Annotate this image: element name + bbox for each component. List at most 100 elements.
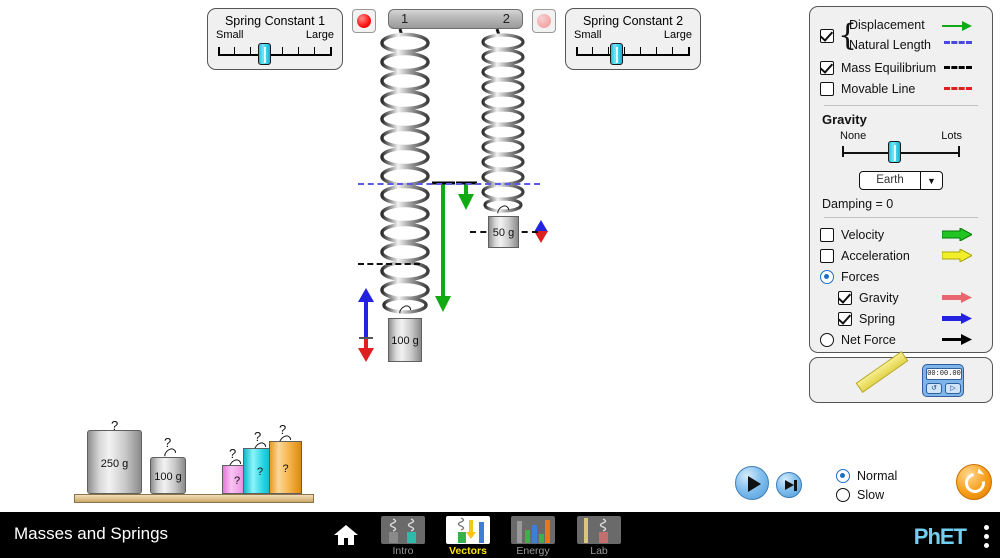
slider-end-tick	[576, 47, 578, 56]
shelf-mystery-mass-orange[interactable]: ?	[269, 441, 302, 494]
hanging-mass-50g[interactable]: 50 g	[488, 216, 519, 248]
gravity-slider-handle[interactable]	[888, 141, 902, 163]
reset-all-button[interactable]	[956, 464, 992, 500]
label-mass-equilibrium: Mass Equilibrium	[841, 60, 937, 75]
spring-constant-2-range-labels: Small Large	[566, 28, 700, 41]
kebab-menu-icon[interactable]	[984, 525, 989, 552]
row-movable-line[interactable]: Movable Line	[820, 78, 982, 99]
kebab-dot	[984, 525, 989, 530]
tab-vectors-thumbnail	[446, 516, 490, 544]
ruler-icon[interactable]	[855, 351, 909, 393]
stopwatch-display: 00:00.00	[926, 368, 962, 380]
natural-length-line	[358, 183, 540, 185]
label-natural-length: Natural Length	[849, 38, 932, 52]
spring-support-bar: 1 2	[388, 9, 523, 29]
reset-all-icon	[961, 469, 989, 497]
stopwatch-play-button[interactable]: ▷	[945, 383, 961, 394]
row-gravity-force[interactable]: Gravity	[820, 287, 982, 308]
tab-lab[interactable]: Lab	[575, 516, 623, 558]
label-forces: Forces	[841, 269, 880, 284]
hanging-mass-100g-label: 100 g	[391, 335, 419, 347]
label-spring-force: Spring	[859, 311, 896, 326]
radio-forces[interactable]	[820, 269, 834, 284]
play-icon	[748, 476, 761, 492]
gravity-slider[interactable]	[842, 141, 960, 169]
row-acceleration[interactable]: Acceleration	[820, 245, 982, 266]
slider-tick	[655, 47, 657, 54]
checkbox-mass-equilibrium[interactable]	[820, 60, 834, 75]
checkbox-movable-line[interactable]	[820, 81, 834, 96]
checkbox-acceleration[interactable]	[820, 248, 834, 263]
row-net-force[interactable]: Net Force	[820, 329, 982, 350]
radio-net-force[interactable]	[820, 332, 834, 347]
spring-constant-2-slider-handle[interactable]	[610, 43, 624, 65]
home-icon[interactable]	[333, 524, 359, 546]
label-slow: Slow	[857, 487, 885, 502]
step-forward-button[interactable]	[776, 472, 802, 498]
gravity-section-title: Gravity	[822, 112, 867, 127]
speed-radio-group: Normal Slow	[836, 466, 897, 504]
gravity-min-label: None	[840, 130, 867, 142]
spring-1[interactable]	[380, 28, 430, 314]
spring-constant-1-panel: Spring Constant 1 Small Large	[207, 8, 343, 70]
gravity-max-label: Lots	[941, 130, 962, 142]
label-net-force: Net Force	[841, 332, 896, 347]
slider-tick	[623, 47, 625, 54]
shelf-mystery-mass-orange-label: ?	[282, 463, 289, 475]
tab-vectors-label: Vectors	[449, 545, 487, 557]
spring-2-grab-button[interactable]	[532, 9, 556, 33]
spring-1-grab-button[interactable]	[352, 9, 376, 33]
red-circle-icon	[357, 14, 371, 28]
gravity-body-select[interactable]: Earth ▼	[859, 171, 943, 190]
tab-vectors[interactable]: Vectors	[444, 516, 492, 558]
spring-constant-2-slider[interactable]	[576, 41, 690, 67]
slider-tick	[297, 47, 299, 54]
blue-dashed-line-icon	[944, 41, 972, 44]
spring-constant-1-slider[interactable]	[218, 41, 332, 67]
row-spring-force[interactable]: Spring	[820, 308, 982, 329]
play-button[interactable]	[735, 466, 769, 500]
radio-row-slow[interactable]: Slow	[836, 485, 897, 504]
spring-constant-1-range-labels: Small Large	[208, 28, 342, 41]
displacement-arrow-spring-1	[432, 181, 455, 312]
shelf-mass-250g[interactable]: 250 g	[87, 430, 142, 494]
slider-tick	[313, 47, 315, 54]
row-forces[interactable]: Forces	[820, 266, 982, 287]
mass-equilibrium-line-spring-1	[358, 263, 420, 265]
radio-slow[interactable]	[836, 487, 850, 502]
slider-end-tick	[330, 47, 332, 56]
label-displacement: Displacement	[849, 18, 925, 32]
tab-intro[interactable]: Intro	[379, 516, 427, 558]
spring-constant-2-min-label: Small	[574, 29, 602, 41]
tab-energy-label: Energy	[516, 545, 550, 557]
slider-end-tick	[842, 146, 844, 157]
radio-row-normal[interactable]: Normal	[836, 466, 897, 485]
simulation-stage: Spring Constant 1 Small Large Spring Con…	[0, 0, 1000, 558]
displacement-natural-length-group: { Displacement Natural Length	[820, 15, 982, 57]
spring-constant-1-slider-handle[interactable]	[258, 43, 272, 65]
shelf-mass-100g[interactable]: 100 g	[150, 457, 186, 494]
slider-tick	[281, 47, 283, 54]
stopwatch-tool[interactable]: 00:00.00 ↺ ▷	[922, 364, 964, 397]
radio-normal[interactable]	[836, 468, 850, 483]
mass-shelf	[74, 494, 314, 503]
spring-constant-1-min-label: Small	[216, 29, 244, 41]
checkbox-gravity-force[interactable]	[838, 290, 852, 305]
hanging-mass-100g[interactable]: 100 g	[388, 318, 422, 362]
label-acceleration: Acceleration	[841, 248, 910, 263]
spring-2-number: 2	[502, 11, 510, 26]
tab-intro-thumbnail	[381, 516, 425, 544]
phet-logo[interactable]: PhET	[914, 524, 967, 550]
step-bar-icon	[794, 480, 797, 491]
row-velocity[interactable]: Velocity	[820, 224, 982, 245]
tab-lab-label: Lab	[590, 545, 608, 557]
tab-energy[interactable]: Energy	[509, 516, 557, 558]
slider-track	[576, 54, 690, 56]
row-mass-equilibrium[interactable]: Mass Equilibrium	[820, 57, 982, 78]
stopwatch-reset-button[interactable]: ↺	[926, 383, 942, 394]
kebab-dot	[984, 543, 989, 548]
damping-value: Damping = 0	[822, 197, 894, 211]
checkbox-spring-force[interactable]	[838, 311, 852, 326]
checkbox-displacement-natural-length[interactable]	[820, 29, 834, 43]
checkbox-velocity[interactable]	[820, 227, 834, 242]
